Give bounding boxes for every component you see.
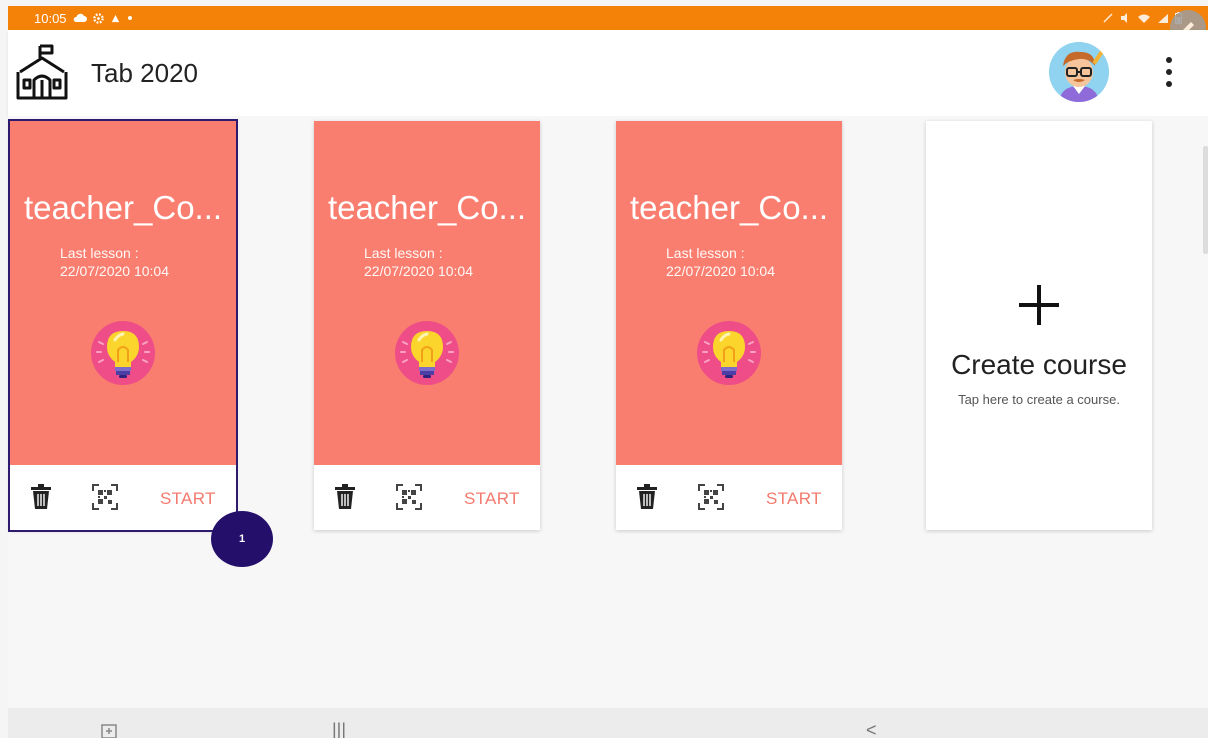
keyboard-icon[interactable]: [101, 724, 117, 738]
course-card-header[interactable]: teacher_Co... Last lesson : 22/07/2020 1…: [314, 121, 540, 465]
create-course-card[interactable]: Create course Tap here to create a cours…: [926, 121, 1152, 530]
last-lesson-date: 22/07/2020 10:04: [666, 263, 775, 279]
menu-dot: [1166, 57, 1172, 63]
course-card[interactable]: teacher_Co... Last lesson : 22/07/2020 1…: [8, 119, 238, 532]
course-name: teacher_Co...: [629, 189, 829, 226]
trash-icon[interactable]: [30, 484, 52, 510]
last-lesson-label: Last lesson :: [60, 245, 139, 261]
tutorial-step-badge[interactable]: 1: [211, 511, 273, 567]
settings-icon: [92, 12, 104, 24]
start-button[interactable]: START: [464, 489, 520, 509]
trash-icon[interactable]: [636, 484, 658, 510]
status-time: 10:05: [34, 10, 67, 26]
recent-apps-button[interactable]: |||: [332, 721, 346, 738]
create-course-subtitle: Tap here to create a course.: [958, 392, 1120, 407]
status-bar: 10:05: [8, 6, 1208, 30]
course-card-header[interactable]: teacher_Co... Last lesson : 22/07/2020 1…: [616, 121, 842, 465]
last-lesson-date: 22/07/2020 10:04: [364, 263, 473, 279]
start-button[interactable]: START: [160, 489, 216, 509]
mute-icon: [1121, 13, 1127, 23]
lightbulb-icon: [395, 321, 459, 385]
cloud-icon: [73, 13, 87, 22]
course-grid: teacher_Co... Last lesson : 22/07/2020 1…: [8, 116, 1208, 708]
app-title: Tab 2020: [91, 58, 198, 88]
start-button[interactable]: START: [766, 489, 822, 509]
create-course-title: Create course: [951, 349, 1127, 380]
last-lesson-date: 22/07/2020 10:04: [60, 263, 169, 279]
course-name: teacher_Co...: [327, 189, 527, 226]
course-name: teacher_Co...: [23, 189, 223, 226]
qr-code-icon[interactable]: [396, 484, 422, 510]
scroll-indicator[interactable]: [1203, 146, 1208, 254]
last-lesson-label: Last lesson :: [364, 245, 443, 261]
edit-icon: [1103, 13, 1113, 23]
qr-code-icon[interactable]: [92, 484, 118, 510]
course-card[interactable]: teacher_Co... Last lesson : 22/07/2020 1…: [616, 121, 842, 530]
back-button[interactable]: <: [866, 721, 877, 738]
course-card-actions: START: [616, 465, 842, 530]
menu-dot: [1166, 81, 1172, 87]
school-icon: [16, 44, 68, 100]
navigation-bar: ||| <: [8, 708, 1208, 738]
last-lesson-label: Last lesson :: [666, 245, 745, 261]
dot-icon: [127, 16, 132, 20]
more-vert-icon[interactable]: [1158, 54, 1180, 90]
lightbulb-icon: [91, 321, 155, 385]
trash-icon[interactable]: [334, 484, 356, 510]
lightbulb-icon: [697, 321, 761, 385]
course-card-actions: START: [10, 465, 236, 530]
app-icon: [111, 14, 119, 22]
course-card-actions: START: [314, 465, 540, 530]
avatar-illustration: [1049, 42, 1109, 102]
teacher-avatar-icon[interactable]: [1049, 42, 1109, 102]
wifi-icon: [1138, 14, 1150, 23]
course-card[interactable]: teacher_Co... Last lesson : 22/07/2020 1…: [314, 121, 540, 530]
course-card-header[interactable]: teacher_Co... Last lesson : 22/07/2020 1…: [10, 121, 236, 465]
signal-icon: [1158, 13, 1168, 23]
plus-icon: [1019, 285, 1059, 325]
status-left: 10:05: [34, 11, 133, 26]
qr-code-icon[interactable]: [698, 484, 724, 510]
app-bar: Tab 2020: [8, 30, 1208, 116]
menu-dot: [1166, 69, 1172, 75]
